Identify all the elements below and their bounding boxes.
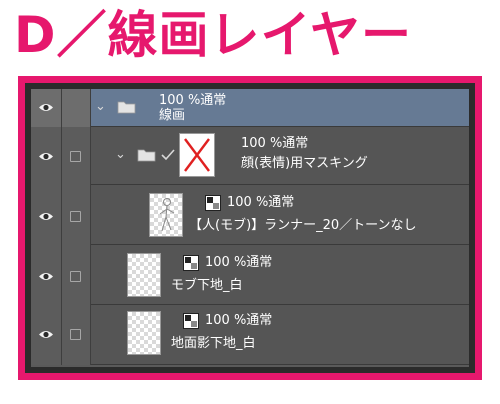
layer-name: 顔(表情)用マスキング bbox=[241, 156, 368, 171]
layer-name: 【人(モブ)】ランナー_20／トーンなし bbox=[189, 218, 417, 233]
eye-icon[interactable] bbox=[38, 151, 54, 162]
page-heading: D／線画レイヤー bbox=[14, 6, 413, 64]
edit-lock-checkbox[interactable] bbox=[70, 211, 81, 222]
layer-row-mob-base[interactable]: 100 %通常 モブ下地_白 bbox=[31, 245, 469, 305]
layer-content[interactable]: 100 %通常 地面影下地_白 bbox=[91, 305, 469, 365]
figure-sketch bbox=[159, 198, 175, 232]
open-folder-icon bbox=[117, 101, 136, 114]
layer-content[interactable]: 100 %通常 モブ下地_白 bbox=[91, 245, 469, 305]
layer-thumbnail bbox=[127, 311, 161, 355]
eye-icon[interactable] bbox=[38, 211, 54, 222]
check-icon bbox=[161, 149, 175, 161]
layer-opacity-blend: 100 %通常 bbox=[227, 195, 295, 210]
raster-layer-icon bbox=[205, 195, 221, 211]
layer-content[interactable]: ⌄ 100 %通常 線画 bbox=[91, 89, 469, 127]
eye-icon[interactable] bbox=[38, 329, 54, 340]
edit-lock-checkbox[interactable] bbox=[70, 329, 81, 340]
layer-thumbnail bbox=[127, 253, 161, 297]
raster-layer-icon bbox=[183, 313, 199, 329]
visibility-column bbox=[31, 89, 62, 127]
mask-thumbnail bbox=[179, 133, 215, 177]
layer-row-mob[interactable]: 100 %通常 【人(モブ)】ランナー_20／トーンなし bbox=[31, 185, 469, 245]
open-folder-icon bbox=[137, 149, 156, 162]
edit-column bbox=[62, 245, 91, 305]
chevron-down-icon[interactable]: ⌄ bbox=[95, 99, 106, 114]
layer-name: 線画 bbox=[159, 108, 186, 123]
edit-column bbox=[62, 185, 91, 245]
edit-column bbox=[62, 127, 91, 185]
layer-content[interactable]: 100 %通常 【人(モブ)】ランナー_20／トーンなし bbox=[91, 185, 469, 245]
layer-panel: ⌄ 100 %通常 線画 ⌄ 100 %通常 顔(表情)用マスキング 100 %… bbox=[31, 89, 469, 367]
highlight-frame: ⌄ 100 %通常 線画 ⌄ 100 %通常 顔(表情)用マスキング 100 %… bbox=[18, 76, 482, 380]
layer-opacity-blend: 100 %通常 bbox=[241, 136, 309, 151]
edit-lock-checkbox[interactable] bbox=[70, 271, 81, 282]
edit-column bbox=[62, 89, 116, 127]
visibility-column bbox=[31, 305, 62, 365]
layer-name: 地面影下地_白 bbox=[171, 336, 256, 351]
layer-opacity-blend: 100 %通常 bbox=[205, 313, 273, 328]
layer-name: モブ下地_白 bbox=[171, 278, 243, 293]
visibility-column bbox=[31, 245, 62, 305]
layer-opacity-blend: 100 %通常 bbox=[159, 93, 227, 108]
raster-layer-icon bbox=[183, 255, 199, 271]
edit-column bbox=[62, 305, 91, 365]
layer-thumbnail bbox=[149, 193, 183, 237]
eye-icon[interactable] bbox=[38, 102, 54, 113]
layer-row-ground-shadow[interactable]: 100 %通常 地面影下地_白 bbox=[31, 305, 469, 365]
layer-row-lineart[interactable]: ⌄ 100 %通常 線画 bbox=[31, 89, 469, 127]
visibility-column bbox=[31, 127, 62, 185]
edit-lock-checkbox[interactable] bbox=[70, 151, 81, 162]
eye-icon[interactable] bbox=[38, 271, 54, 282]
chevron-down-icon[interactable]: ⌄ bbox=[115, 147, 126, 162]
visibility-column bbox=[31, 185, 62, 245]
layer-content[interactable]: ⌄ 100 %通常 顔(表情)用マスキング bbox=[91, 127, 469, 185]
layer-opacity-blend: 100 %通常 bbox=[205, 255, 273, 270]
layer-row-face[interactable]: ⌄ 100 %通常 顔(表情)用マスキング bbox=[31, 127, 469, 185]
